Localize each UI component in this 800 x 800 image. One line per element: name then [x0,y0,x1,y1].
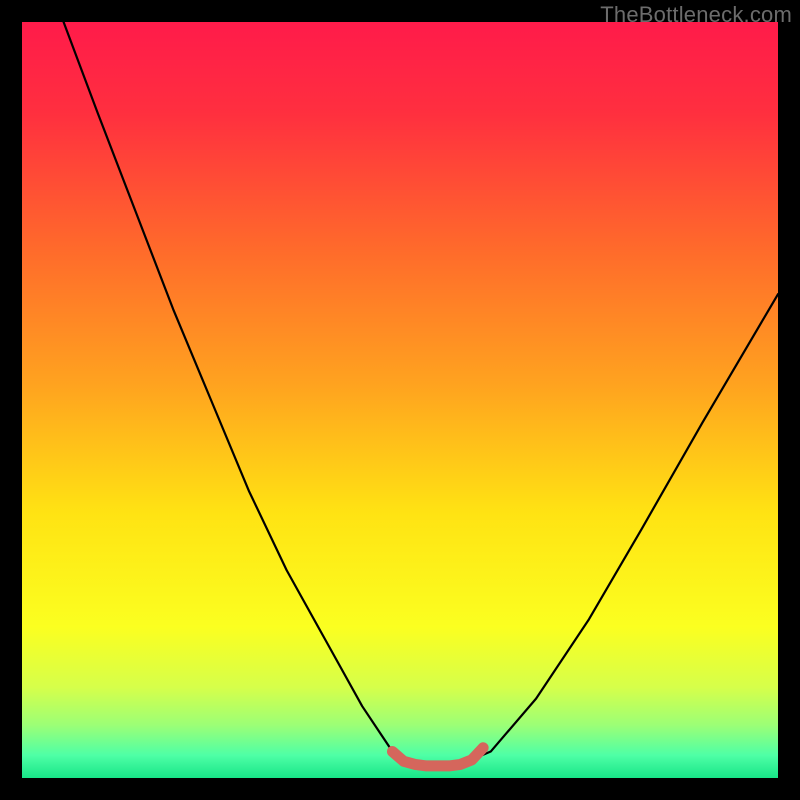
plot-area [22,22,778,778]
minimum-marker [392,748,483,766]
watermark-text: TheBottleneck.com [600,2,792,28]
chart-frame: TheBottleneck.com [0,0,800,800]
curve-layer [22,22,778,778]
bottleneck-curve [64,22,778,764]
